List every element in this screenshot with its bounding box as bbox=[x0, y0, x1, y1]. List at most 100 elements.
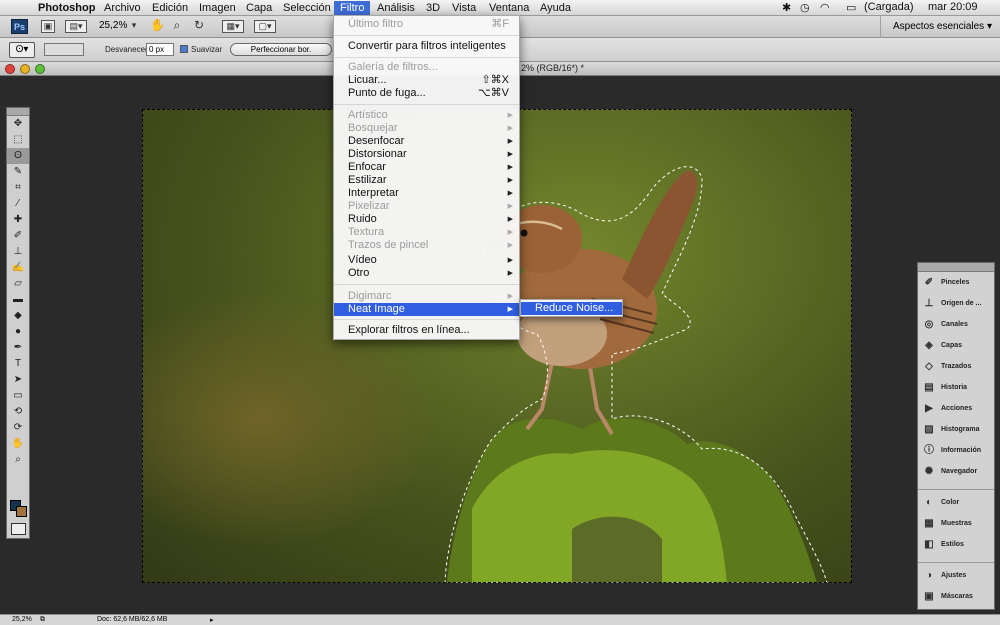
menu-item-distort[interactable]: Distorsionar ▶ bbox=[334, 148, 519, 161]
quick-mask-icon[interactable] bbox=[11, 523, 26, 535]
menu-app-name[interactable]: Photoshop bbox=[32, 1, 101, 16]
zoom-tool-icon[interactable]: ⌕ bbox=[170, 19, 184, 33]
submenu-arrow-icon: ▶ bbox=[507, 216, 513, 223]
zoom-tool-icon[interactable]: ⌕ bbox=[7, 452, 29, 468]
menu-imagen[interactable]: Imagen bbox=[193, 1, 242, 16]
antialias-checkbox[interactable] bbox=[180, 45, 188, 53]
panel-mascaras[interactable]: ▣ Máscaras bbox=[918, 586, 994, 607]
clone-stamp-tool-icon[interactable]: ⊥ bbox=[7, 244, 29, 260]
arrange-documents-icon[interactable]: ▦▾ bbox=[222, 20, 244, 33]
menu-seleccion[interactable]: Selección bbox=[277, 1, 337, 16]
dodge-tool-icon[interactable]: ● bbox=[7, 324, 29, 340]
status-zoom-icon[interactable]: ⧉ bbox=[40, 616, 45, 624]
hand-tool-icon[interactable]: ✋ bbox=[150, 19, 165, 33]
panel-informacion[interactable]: ⓘ Información bbox=[918, 440, 994, 461]
bluetooth-icon[interactable]: ✱ bbox=[782, 1, 791, 14]
screen-mode-icon[interactable]: ▢▾ bbox=[254, 20, 276, 33]
menu-archivo[interactable]: Archivo bbox=[98, 1, 147, 16]
menu-item-label: Distorsionar bbox=[348, 148, 407, 160]
panel-estilos[interactable]: ◧ Estilos bbox=[918, 534, 994, 555]
menu-vista[interactable]: Vista bbox=[446, 1, 482, 16]
submenu-arrow-icon: ▶ bbox=[507, 270, 513, 277]
menu-ayuda[interactable]: Ayuda bbox=[534, 1, 577, 16]
menu-analisis[interactable]: Análisis bbox=[371, 1, 421, 16]
path-selection-tool-icon[interactable]: ➤ bbox=[7, 372, 29, 388]
filter-menu: Último filtro ⌘F Convertir para filtros … bbox=[333, 15, 520, 340]
minimize-window-icon[interactable] bbox=[20, 64, 30, 74]
menu-item-smart-filters[interactable]: Convertir para filtros inteligentes bbox=[334, 40, 519, 53]
bridge-icon[interactable]: ▣ bbox=[41, 20, 55, 33]
menu-item-sharpen[interactable]: Enfocar ▶ bbox=[334, 161, 519, 174]
gradient-tool-icon[interactable]: ▬ bbox=[7, 292, 29, 308]
rotate-view-icon[interactable]: ↻ bbox=[192, 19, 206, 33]
panel-historia[interactable]: ▤ Historia bbox=[918, 377, 994, 398]
tools-panel-header[interactable] bbox=[7, 108, 29, 116]
refine-edge-button[interactable]: Perfeccionar bor. bbox=[230, 43, 332, 56]
shape-tool-icon[interactable]: ▭ bbox=[7, 388, 29, 404]
hand-tool-icon[interactable]: ✋ bbox=[7, 436, 29, 452]
move-tool-icon[interactable]: ✥ bbox=[7, 116, 29, 132]
history-brush-tool-icon[interactable]: ✍ bbox=[7, 260, 29, 276]
feather-input[interactable]: 0 px bbox=[146, 43, 174, 56]
menu-edicion[interactable]: Edición bbox=[146, 1, 194, 16]
panel-color[interactable]: ◐ Color bbox=[918, 492, 994, 513]
status-bar: 25,2% ⧉ Doc: 62,6 MB/62,6 MB ▸ bbox=[0, 614, 1000, 625]
timemachine-icon[interactable]: ◷ bbox=[800, 1, 810, 14]
panel-acciones[interactable]: ▶ Acciones bbox=[918, 398, 994, 419]
lasso-tool-icon[interactable]: ʘ bbox=[7, 148, 29, 164]
panel-dock: ✐ Pinceles ⊥ Origen de ... ◎ Canales ◈ Capas… bbox=[917, 262, 995, 610]
menu-item-other[interactable]: Otro ▶ bbox=[334, 267, 519, 280]
zoom-dropdown-icon[interactable]: ▾ bbox=[127, 20, 141, 33]
panel-origen-clonacion[interactable]: ⊥ Origen de ... bbox=[918, 293, 994, 314]
status-arrow-icon[interactable]: ▸ bbox=[210, 616, 214, 624]
quick-selection-tool-icon[interactable]: ✎ bbox=[7, 164, 29, 180]
wifi-icon[interactable]: ◠ bbox=[820, 1, 830, 14]
menu-item-vanishing-point[interactable]: Punto de fuga... ⌥⌘V bbox=[334, 87, 519, 100]
background-color-swatch[interactable] bbox=[16, 506, 27, 517]
selection-mode-buttons[interactable] bbox=[44, 43, 84, 56]
pen-tool-icon[interactable]: ✒ bbox=[7, 340, 29, 356]
blur-tool-icon[interactable]: ◆ bbox=[7, 308, 29, 324]
menu-item-reduce-noise[interactable]: Reduce Noise... bbox=[521, 302, 622, 315]
menu-item-render[interactable]: Interpretar ▶ bbox=[334, 187, 519, 200]
healing-brush-tool-icon[interactable]: ✚ bbox=[7, 212, 29, 228]
menu-item-noise[interactable]: Ruido ▶ bbox=[334, 213, 519, 226]
clock[interactable]: mar 20:09 bbox=[928, 1, 978, 13]
eyedropper-tool-icon[interactable]: ⁄ bbox=[7, 196, 29, 212]
panel-dock-header[interactable] bbox=[918, 263, 994, 272]
menu-ventana[interactable]: Ventana bbox=[483, 1, 535, 16]
lasso-preset-icon[interactable]: ʘ▾ bbox=[9, 42, 35, 58]
3d-orbit-tool-icon[interactable]: ⟳ bbox=[7, 420, 29, 436]
panel-trazados[interactable]: ◇ Trazados bbox=[918, 356, 994, 377]
close-window-icon[interactable] bbox=[5, 64, 15, 74]
view-extras-icon[interactable]: ▤▾ bbox=[65, 20, 87, 33]
panel-pinceles[interactable]: ✐ Pinceles bbox=[918, 272, 994, 293]
panel-histograma[interactable]: ▨ Histograma bbox=[918, 419, 994, 440]
workspace-switcher[interactable]: Aspectos esenciales ▾ bbox=[880, 16, 1000, 38]
menu-capa[interactable]: Capa bbox=[240, 1, 278, 16]
panel-navegador[interactable]: ✺ Navegador bbox=[918, 461, 994, 482]
menu-item-blur[interactable]: Desenfocar ▶ bbox=[334, 135, 519, 148]
marquee-tool-icon[interactable]: ⬚ bbox=[7, 132, 29, 148]
panel-ajustes[interactable]: ◑ Ajustes bbox=[918, 565, 994, 586]
menu-item-neat-image[interactable]: Neat Image ▶ bbox=[334, 303, 519, 316]
menu-filtro[interactable]: Filtro bbox=[334, 1, 371, 16]
menu-item-stylize[interactable]: Estilizar ▶ bbox=[334, 174, 519, 187]
menu-3d[interactable]: 3D bbox=[420, 1, 446, 16]
type-tool-icon[interactable]: T bbox=[7, 356, 29, 372]
panel-canales[interactable]: ◎ Canales bbox=[918, 314, 994, 335]
status-zoom[interactable]: 25,2% bbox=[12, 616, 32, 623]
crop-tool-icon[interactable]: ⌗ bbox=[7, 180, 29, 196]
zoom-level[interactable]: 25,2% bbox=[99, 20, 127, 31]
eraser-tool-icon[interactable]: ▱ bbox=[7, 276, 29, 292]
menu-item-liquify[interactable]: Licuar... ⇧⌘X bbox=[334, 74, 519, 87]
menu-item-browse-filters[interactable]: Explorar filtros en línea... bbox=[334, 324, 519, 337]
zoom-window-icon[interactable] bbox=[35, 64, 45, 74]
3d-rotate-tool-icon[interactable]: ⟲ bbox=[7, 404, 29, 420]
brush-tool-icon[interactable]: ✐ bbox=[7, 228, 29, 244]
battery-icon[interactable]: ▭ bbox=[846, 1, 856, 14]
panel-muestras[interactable]: ▦ Muestras bbox=[918, 513, 994, 534]
panel-label: Trazados bbox=[941, 363, 972, 370]
menu-item-video[interactable]: Vídeo ▶ bbox=[334, 254, 519, 267]
panel-capas[interactable]: ◈ Capas bbox=[918, 335, 994, 356]
